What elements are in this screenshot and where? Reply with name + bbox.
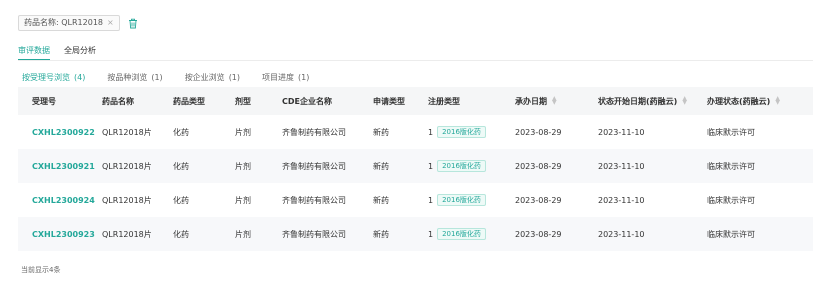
- cell-status: 临床默示许可: [707, 229, 755, 239]
- subtab-label: 按企业浏览: [184, 73, 225, 82]
- cell-apply-type: 新药: [373, 161, 389, 171]
- cell-undertake-date: 2023-08-29: [515, 161, 562, 171]
- cell-undertake-date: 2023-08-29: [515, 127, 562, 137]
- cell-status: 临床默示许可: [707, 195, 755, 205]
- reg-type-badge: 2016版化药: [437, 160, 486, 172]
- subtab-project-progress[interactable]: 项目进度 (1): [262, 72, 309, 83]
- results-table: 受理号 药品名称 药品类型 剂型 CDE企业名称 申请类型 注册类型 承办日期 ▲…: [18, 87, 813, 251]
- subtab-count: (4): [74, 73, 86, 82]
- reg-type-badge: 2016版化药: [437, 126, 486, 138]
- table-row: CXHL2300924 QLR12018片 化药 片剂 齐鲁制药有限公司 新药 …: [18, 183, 813, 217]
- cell-dosage-form: 片剂: [235, 127, 251, 137]
- cell-reg-type: 1 2016版化药: [428, 160, 515, 172]
- cell-apply-type: 新药: [373, 127, 389, 137]
- col-header-label: 承办日期: [515, 96, 547, 106]
- close-icon[interactable]: ×: [107, 16, 114, 30]
- cell-drug-name: QLR12018片: [102, 127, 152, 137]
- cell-apply-type: 新药: [373, 229, 389, 239]
- cell-undertake-date: 2023-08-29: [515, 195, 562, 205]
- cell-drug-name: QLR12018片: [102, 195, 152, 205]
- table-header: 受理号 药品名称 药品类型 剂型 CDE企业名称 申请类型 注册类型 承办日期 ▲…: [18, 87, 813, 115]
- cell-status: 临床默示许可: [707, 161, 755, 171]
- subtab-by-variety[interactable]: 按品种浏览 (1): [107, 72, 162, 83]
- col-header-label: 状态开始日期(药融云): [598, 96, 678, 106]
- cell-status: 临床默示许可: [707, 127, 755, 137]
- cell-drug-type: 化药: [173, 127, 189, 137]
- reg-class-number: 1: [428, 127, 434, 137]
- table-row: CXHL2300921 QLR12018片 化药 片剂 齐鲁制药有限公司 新药 …: [18, 149, 813, 183]
- table-row: CXHL2300922 QLR12018片 化药 片剂 齐鲁制药有限公司 新药 …: [18, 115, 813, 149]
- trash-icon[interactable]: [128, 18, 138, 29]
- cell-company: 齐鲁制药有限公司: [282, 229, 346, 239]
- cell-dosage-form: 片剂: [235, 229, 251, 239]
- cell-drug-type: 化药: [173, 229, 189, 239]
- col-header-status-date[interactable]: 状态开始日期(药融云) ▲ ▼: [598, 96, 707, 107]
- reg-class-number: 1: [428, 161, 434, 171]
- sort-icon[interactable]: ▲ ▼: [682, 96, 687, 106]
- sort-icon[interactable]: ▲ ▼: [775, 96, 780, 106]
- reg-class-number: 1: [428, 195, 434, 205]
- cell-reg-type: 1 2016版化药: [428, 194, 515, 206]
- col-header-undertake-date[interactable]: 承办日期 ▲ ▼: [515, 96, 598, 107]
- cell-company: 齐鲁制药有限公司: [282, 127, 346, 137]
- acceptance-no-link[interactable]: CXHL2300921: [18, 162, 100, 171]
- cell-status-date: 2023-11-10: [598, 229, 645, 239]
- reg-type-badge: 2016版化药: [437, 194, 486, 206]
- col-header-status[interactable]: 办理状态(药融云) ▲ ▼: [707, 96, 813, 107]
- cell-dosage-form: 片剂: [235, 195, 251, 205]
- cell-status-date: 2023-11-10: [598, 161, 645, 171]
- result-count: 当前显示4条: [21, 266, 61, 274]
- subtab-label: 项目进度: [262, 73, 295, 82]
- subtab-label: 按品种浏览: [107, 73, 148, 82]
- subtab-count: (1): [298, 73, 310, 82]
- col-header-acceptance-no[interactable]: 受理号: [18, 96, 100, 107]
- tabs-divider: [18, 60, 813, 61]
- col-header-drug-name[interactable]: 药品名称: [100, 96, 173, 107]
- cell-dosage-form: 片剂: [235, 161, 251, 171]
- tab-review-data[interactable]: 审评数据: [18, 45, 50, 61]
- subtab-by-company[interactable]: 按企业浏览 (1): [185, 72, 240, 83]
- acceptance-no-link[interactable]: CXHL2300924: [18, 196, 100, 205]
- cell-company: 齐鲁制药有限公司: [282, 195, 346, 205]
- cell-drug-name: QLR12018片: [102, 161, 152, 171]
- table-row: CXHL2300923 QLR12018片 化药 片剂 齐鲁制药有限公司 新药 …: [18, 217, 813, 251]
- col-header-drug-type[interactable]: 药品类型: [173, 96, 235, 107]
- filter-bar: 药品名称: QLR12018 ×: [18, 15, 138, 31]
- filter-tag[interactable]: 药品名称: QLR12018 ×: [18, 15, 120, 31]
- cell-apply-type: 新药: [373, 195, 389, 205]
- col-header-reg-type[interactable]: 注册类型: [428, 96, 515, 107]
- col-header-apply-type[interactable]: 申请类型: [373, 96, 428, 107]
- sort-icon[interactable]: ▲ ▼: [552, 96, 557, 106]
- acceptance-no-link[interactable]: CXHL2300922: [18, 128, 100, 137]
- col-header-dosage-form[interactable]: 剂型: [235, 96, 282, 107]
- subtab-label: 按受理号浏览: [22, 73, 70, 82]
- cell-status-date: 2023-11-10: [598, 127, 645, 137]
- subtab-count: (1): [151, 73, 163, 82]
- reg-type-badge: 2016版化药: [437, 228, 486, 240]
- cell-company: 齐鲁制药有限公司: [282, 161, 346, 171]
- cell-reg-type: 1 2016版化药: [428, 228, 515, 240]
- cell-drug-type: 化药: [173, 195, 189, 205]
- cell-reg-type: 1 2016版化药: [428, 126, 515, 138]
- acceptance-no-link[interactable]: CXHL2300923: [18, 230, 100, 239]
- sub-tabs: 按受理号浏览 (4) 按品种浏览 (1) 按企业浏览 (1) 项目进度 (1): [22, 72, 331, 83]
- col-header-company[interactable]: CDE企业名称: [282, 96, 373, 107]
- cell-status-date: 2023-11-10: [598, 195, 645, 205]
- main-tabs: 审评数据 全局分析: [18, 45, 110, 61]
- subtab-count: (1): [228, 73, 241, 82]
- reg-class-number: 1: [428, 229, 434, 239]
- filter-tag-label: 药品名称: QLR12018: [24, 18, 103, 27]
- subtab-by-acceptance-no[interactable]: 按受理号浏览 (4): [22, 72, 85, 83]
- cell-drug-type: 化药: [173, 161, 189, 171]
- tab-global-analysis[interactable]: 全局分析: [64, 45, 96, 61]
- cell-undertake-date: 2023-08-29: [515, 229, 562, 239]
- col-header-label: 办理状态(药融云): [707, 96, 771, 106]
- cell-drug-name: QLR12018片: [102, 229, 152, 239]
